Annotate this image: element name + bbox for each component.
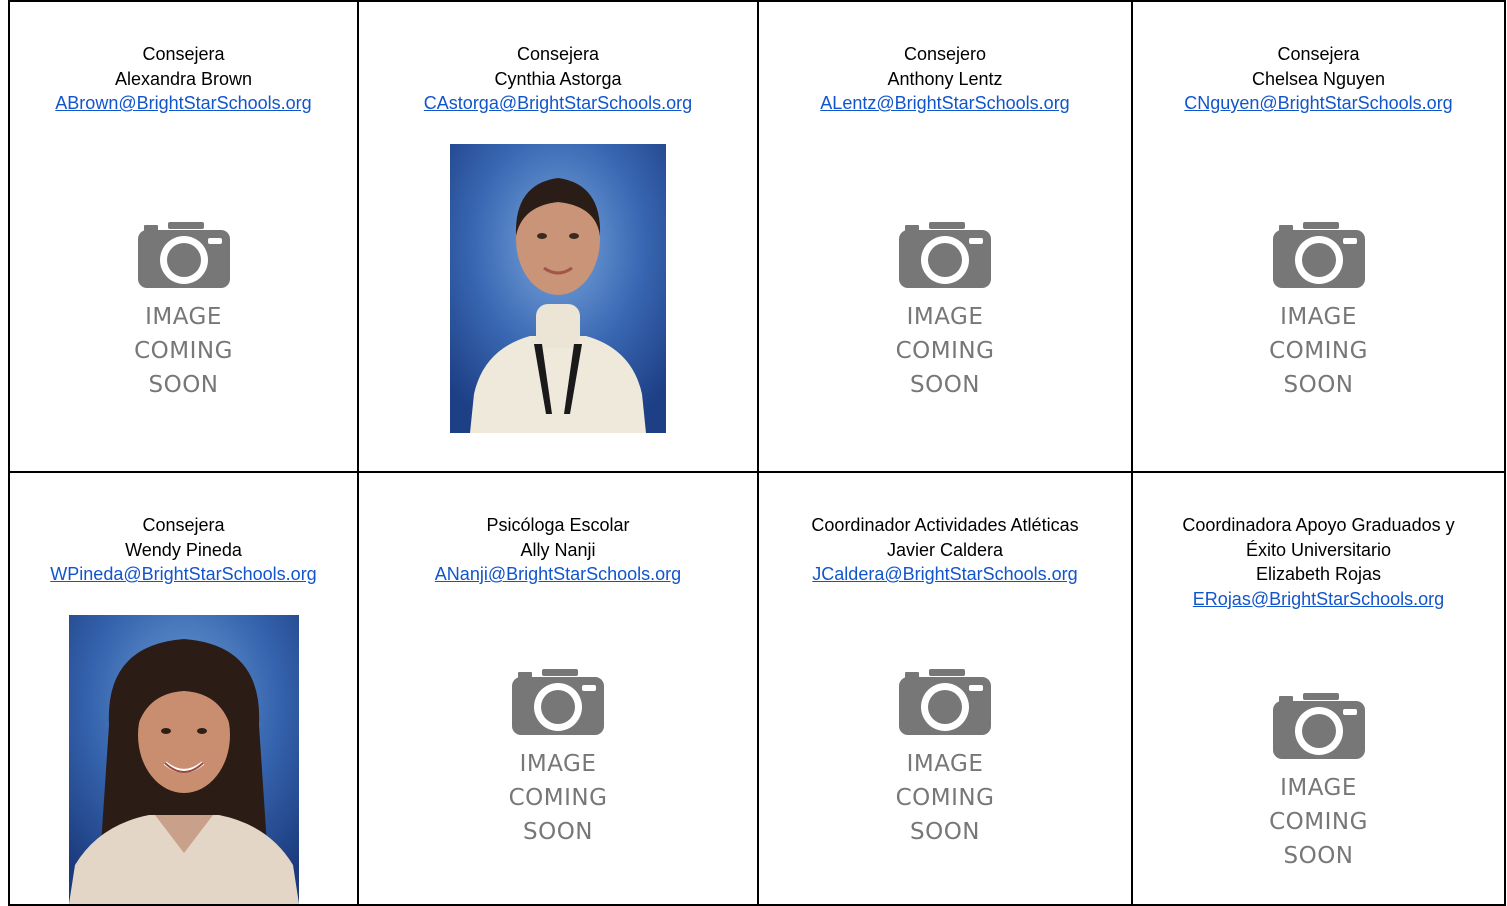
camera-icon (512, 668, 604, 735)
staff-name: Elizabeth Rojas (1255, 564, 1382, 584)
placeholder-line: IMAGE (145, 303, 222, 330)
placeholder-line: SOON (909, 371, 980, 398)
staff-cell: Consejera Alexandra Brown ABrown@BrightS… (8, 0, 359, 473)
image-coming-soon-placeholder: IMAGE COMING SOON (875, 221, 1015, 402)
staff-email-link[interactable]: CAstorga@BrightStarSchools.org (424, 93, 692, 113)
staff-cell: Consejera Chelsea Nguyen CNguyen@BrightS… (1131, 0, 1506, 473)
placeholder-line: COMING (895, 784, 995, 811)
placeholder-line: COMING (895, 337, 995, 364)
staff-title: Consejera (516, 44, 600, 64)
staff-email-link[interactable]: CNguyen@BrightStarSchools.org (1184, 93, 1452, 113)
staff-title: Consejero (903, 44, 987, 64)
placeholder-line: SOON (148, 371, 219, 398)
placeholder-line: SOON (522, 818, 593, 845)
image-coming-soon-placeholder: IMAGE COMING SOON (488, 668, 628, 849)
staff-title: Consejera (1277, 44, 1360, 64)
placeholder-line: COMING (134, 337, 233, 364)
image-coming-soon-placeholder: IMAGE COMING SOON (875, 668, 1015, 849)
staff-name: Anthony Lentz (887, 68, 1003, 89)
placeholder-line: IMAGE (906, 303, 984, 330)
staff-email-link[interactable]: ALentz@BrightStarSchools.org (820, 93, 1069, 113)
staff-cell: Coordinador Actividades Atléticas Javier… (757, 471, 1133, 906)
table-row: Consejera Wendy Pineda WPineda@BrightSta… (8, 471, 1506, 906)
staff-cell: Consejera Cynthia Astorga CAstorga@Brigh… (357, 0, 759, 473)
image-coming-soon-placeholder: IMAGE COMING SOON (114, 221, 254, 402)
staff-title: Consejera (142, 515, 225, 535)
staff-title: Coordinador Actividades Atléticas (811, 515, 1079, 535)
placeholder-line: IMAGE (519, 750, 597, 777)
placeholder-line: SOON (909, 818, 980, 845)
staff-email-link[interactable]: WPineda@BrightStarSchools.org (50, 564, 316, 584)
camera-icon (137, 221, 230, 288)
staff-name: Chelsea Nguyen (1251, 68, 1386, 89)
staff-email-link[interactable]: ERojas@BrightStarSchools.org (1193, 589, 1444, 609)
staff-title-continued: Éxito Universitario (1245, 539, 1392, 560)
placeholder-line: COMING (1269, 809, 1368, 835)
camera-icon (899, 668, 991, 735)
placeholder-line: SOON (1283, 843, 1354, 869)
image-coming-soon-placeholder: IMAGE COMING SOON (1249, 693, 1389, 873)
staff-email-link[interactable]: JCaldera@BrightStarSchools.org (812, 564, 1077, 584)
camera-icon (1272, 693, 1365, 759)
staff-directory-table: Consejera Alexandra Brown ABrown@BrightS… (8, 0, 1506, 906)
staff-title: Coordinadora Apoyo Graduados y (1182, 515, 1455, 535)
staff-cell: Consejero Anthony Lentz ALentz@BrightSta… (757, 0, 1133, 473)
staff-title: Consejera (142, 44, 225, 64)
staff-name: Alexandra Brown (114, 68, 253, 89)
placeholder-line: COMING (508, 784, 608, 811)
staff-name: Ally Nanji (520, 539, 596, 560)
placeholder-line: IMAGE (1280, 775, 1357, 801)
placeholder-line: SOON (1283, 371, 1354, 398)
staff-name: Javier Caldera (886, 539, 1004, 560)
staff-name: Wendy Pineda (125, 539, 242, 560)
staff-name: Cynthia Astorga (494, 68, 622, 89)
staff-cell: Coordinadora Apoyo Graduados y Éxito Uni… (1131, 471, 1506, 906)
staff-photo (450, 143, 666, 433)
placeholder-line: IMAGE (1280, 303, 1357, 330)
staff-cell: Psicóloga Escolar Ally Nanji ANanji@Brig… (357, 471, 759, 906)
staff-title: Psicóloga Escolar (486, 515, 630, 535)
placeholder-line: IMAGE (906, 750, 984, 777)
staff-email-link[interactable]: ABrown@BrightStarSchools.org (55, 93, 311, 113)
camera-icon (899, 221, 991, 288)
staff-cell: Consejera Wendy Pineda WPineda@BrightSta… (8, 471, 359, 906)
staff-photo (68, 614, 299, 903)
placeholder-line: COMING (1269, 337, 1368, 364)
staff-email-link[interactable]: ANanji@BrightStarSchools.org (435, 564, 681, 584)
table-row: Consejera Alexandra Brown ABrown@BrightS… (8, 0, 1506, 473)
image-coming-soon-placeholder: IMAGE COMING SOON (1249, 221, 1389, 402)
camera-icon (1272, 221, 1365, 288)
